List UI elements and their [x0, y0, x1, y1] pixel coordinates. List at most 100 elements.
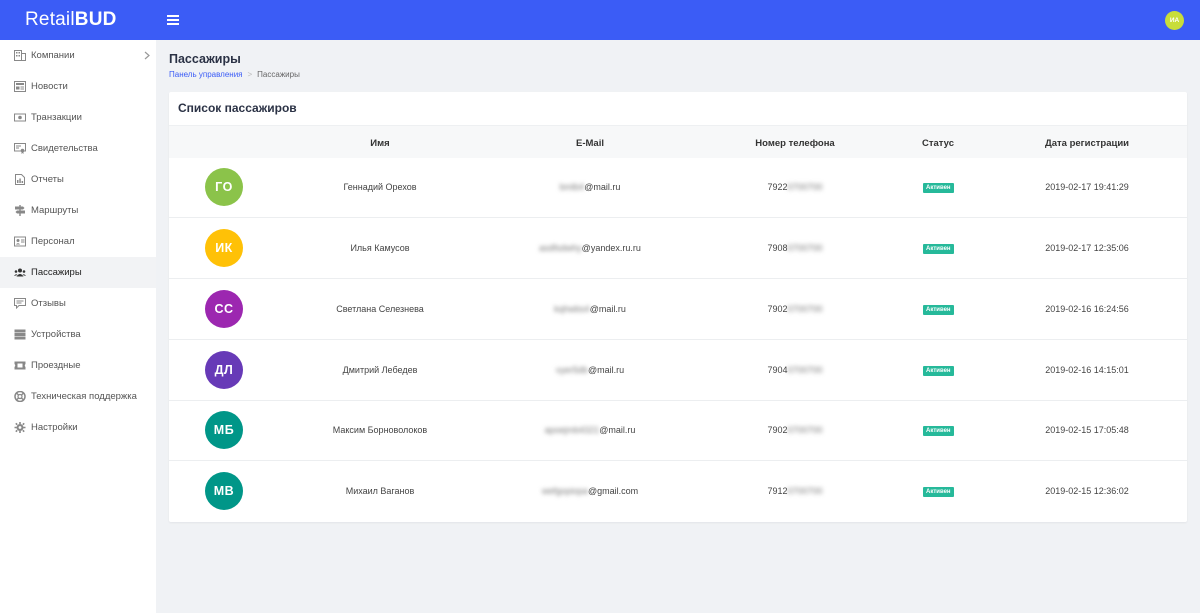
user-avatar[interactable]: ИА	[1165, 11, 1184, 30]
phone-hidden-part: 0700700	[787, 365, 823, 375]
newspaper-icon	[14, 81, 26, 92]
sidebar-item-label: Свидетельства	[31, 143, 98, 154]
registration-date: 2019-02-15 17:05:48	[1045, 425, 1129, 435]
sidebar-item-label: Транзакции	[31, 112, 82, 123]
sidebar-item-certificates[interactable]: Свидетельства	[0, 133, 156, 164]
phone-prefix: 7908	[767, 243, 788, 253]
passenger-email: asdfsdwhy@yandex.ru.ru	[539, 243, 641, 253]
page-title: Пассажиры	[169, 52, 241, 66]
status-badge: Активен	[923, 183, 954, 193]
column-header-phone[interactable]: Номер телефона	[755, 138, 834, 149]
email-domain: @gmail.com	[587, 486, 639, 496]
email-domain: @mail.ru	[587, 365, 625, 375]
passenger-avatar: ИК	[205, 229, 243, 267]
sidebar-item-reviews[interactable]: Отзывы	[0, 288, 156, 319]
passenger-phone: 79220700700	[767, 182, 822, 192]
passenger-avatar: МБ	[205, 411, 243, 449]
signpost-icon	[15, 205, 25, 216]
passenger-phone: 79080700700	[767, 243, 822, 253]
column-header-email[interactable]: E-Mail	[576, 138, 604, 149]
logo-text-light: Retail	[25, 9, 75, 30]
registration-date: 2019-02-17 19:41:29	[1045, 182, 1129, 192]
menu-toggle-icon[interactable]	[167, 15, 179, 25]
table-row[interactable]: ИК Илья Камусов asdfsdwhy@yandex.ru.ru 7…	[169, 219, 1187, 279]
passenger-avatar: МВ	[205, 472, 243, 510]
table-row[interactable]: МБ Максим Борноволоков apoejmb4321@mail.…	[169, 401, 1187, 461]
phone-prefix: 7912	[767, 486, 788, 496]
passenger-email: wefgopiopa@gmail.com	[542, 486, 638, 496]
table-row[interactable]: ГО Геннадий Орехов bmlb4@mail.ru 7922070…	[169, 158, 1187, 218]
sidebar-item-label: Компании	[31, 50, 75, 61]
email-hidden-part: vyer5db	[555, 365, 588, 375]
sidebar-item-label: Пассажиры	[31, 267, 82, 278]
breadcrumb-separator-icon: >	[247, 70, 253, 79]
status-badge: Активен	[923, 305, 954, 315]
passenger-phone: 79120700700	[767, 486, 822, 496]
registration-date: 2019-02-16 16:24:56	[1045, 304, 1129, 314]
phone-hidden-part: 0700700	[787, 182, 823, 192]
email-hidden-part: asdfsdwhy	[539, 243, 582, 253]
sidebar-item-label: Персонал	[31, 236, 75, 247]
sidebar-item-devices[interactable]: Устройства	[0, 319, 156, 350]
phone-prefix: 7902	[767, 425, 788, 435]
passenger-phone: 79020700700	[767, 304, 822, 314]
table-header: Имя E-Mail Номер телефона Статус Дата ре…	[169, 125, 1187, 158]
passengers-card: Список пассажиров Имя E-Mail Номер телеф…	[169, 92, 1187, 522]
card-title: Список пассажиров	[178, 101, 297, 115]
sidebar-item-reports[interactable]: Отчеты	[0, 164, 156, 195]
table-row[interactable]: СС Светлана Селезнева kqhwbs4@mail.ru 79…	[169, 280, 1187, 340]
registration-date: 2019-02-16 14:15:01	[1045, 365, 1129, 375]
breadcrumb-current: Пассажиры	[257, 70, 300, 79]
phone-hidden-part: 0700700	[787, 304, 823, 314]
column-header-name[interactable]: Имя	[370, 138, 389, 149]
status-badge: Активен	[923, 426, 954, 436]
top-bar: RetailBUD ИА	[0, 0, 1200, 40]
table-row[interactable]: ДЛ Дмитрий Лебедев vyer5db@mail.ru 79040…	[169, 341, 1187, 401]
building-icon	[14, 50, 26, 61]
passenger-email: vyer5db@mail.ru	[556, 365, 624, 375]
sidebar-item-companies[interactable]: Компании	[0, 40, 156, 71]
lifebuoy-icon	[14, 391, 26, 402]
phone-hidden-part: 0700700	[787, 243, 823, 253]
report-icon	[15, 174, 25, 185]
phone-hidden-part: 0700700	[787, 486, 823, 496]
sidebar-item-news[interactable]: Новости	[0, 71, 156, 102]
comments-icon	[14, 298, 26, 309]
email-hidden-part: wefgopiopa	[541, 486, 588, 496]
ticket-icon	[14, 361, 26, 370]
sidebar-item-label: Маршруты	[31, 205, 79, 216]
email-hidden-part: kqhwbs4	[554, 304, 590, 314]
passenger-email: kqhwbs4@mail.ru	[554, 304, 626, 314]
sidebar-item-label: Новости	[31, 81, 68, 92]
status-badge: Активен	[923, 244, 954, 254]
sidebar-item-transactions[interactable]: Транзакции	[0, 102, 156, 133]
sidebar-item-passengers[interactable]: Пассажиры	[0, 257, 156, 288]
column-header-date[interactable]: Дата регистрации	[1045, 138, 1129, 149]
brand-logo[interactable]: RetailBUD	[25, 9, 117, 31]
passenger-email: apoejmb4321@mail.ru	[545, 425, 636, 435]
gear-icon	[14, 422, 26, 433]
logo-text-bold: BUD	[74, 9, 117, 30]
sidebar-item-support[interactable]: Техническая поддержка	[0, 381, 156, 412]
column-header-status[interactable]: Статус	[922, 138, 954, 149]
phone-hidden-part: 0700700	[787, 425, 823, 435]
sidebar-item-routes[interactable]: Маршруты	[0, 195, 156, 226]
registration-date: 2019-02-15 12:36:02	[1045, 486, 1129, 496]
sidebar-item-settings[interactable]: Настройки	[0, 412, 156, 443]
sidebar-item-passes[interactable]: Проездные	[0, 350, 156, 381]
passenger-name: Дмитрий Лебедев	[342, 365, 418, 375]
passenger-email: bmlb4@mail.ru	[560, 182, 621, 192]
breadcrumb: Панель управления > Пассажиры	[169, 70, 300, 79]
sidebar-item-label: Отчеты	[31, 174, 64, 185]
table-row[interactable]: МВ Михаил Ваганов wefgopiopa@gmail.com 7…	[169, 462, 1187, 522]
email-hidden-part: bmlb4	[559, 182, 585, 192]
sidebar-item-staff[interactable]: Персонал	[0, 226, 156, 257]
email-domain: @mail.ru	[599, 425, 636, 435]
sidebar-item-label: Устройства	[31, 329, 81, 340]
phone-prefix: 7902	[767, 304, 788, 314]
passenger-name: Геннадий Орехов	[343, 182, 417, 192]
sidebar: Компании Новости Транзакции Свидетельств…	[0, 40, 156, 613]
breadcrumb-link-dashboard[interactable]: Панель управления	[169, 70, 243, 79]
passenger-name: Михаил Ваганов	[345, 486, 415, 496]
passenger-name: Светлана Селезнева	[336, 304, 424, 314]
